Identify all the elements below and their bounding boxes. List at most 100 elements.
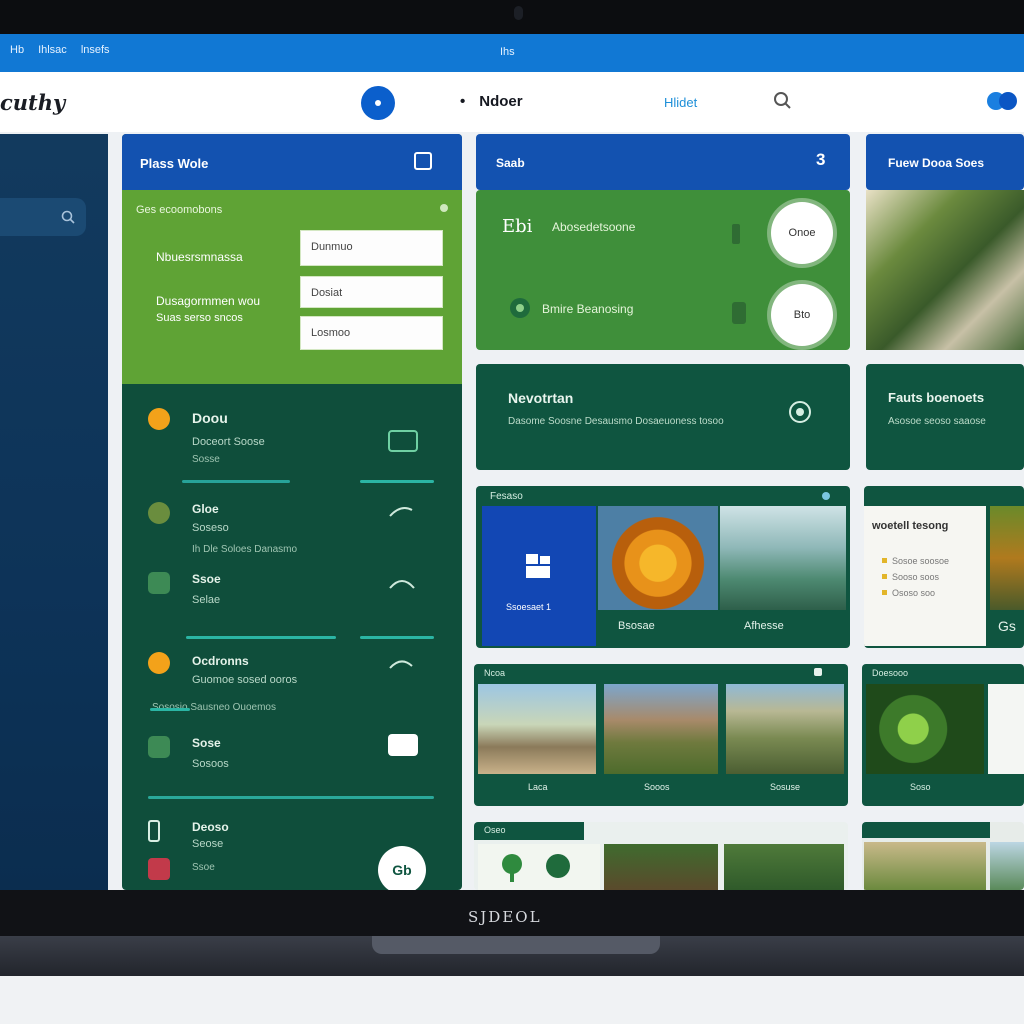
divider	[148, 796, 434, 799]
gallery-title: Fesaso	[490, 491, 523, 502]
list-item-subtitle: Doceort Soose	[192, 436, 265, 448]
search-icon	[61, 210, 75, 224]
bottom-strip: Oseo	[474, 822, 848, 890]
avatar	[148, 858, 170, 880]
browser-title: Ihs	[500, 46, 515, 58]
bottom-photo-1[interactable]	[478, 844, 600, 890]
form-caption: Ges ecoomobons	[136, 204, 223, 216]
right-title: Fuew Dooa Soes	[888, 156, 985, 170]
right-bottom-strip	[862, 822, 1024, 890]
form-field-1[interactable]: Dunmuo	[300, 230, 443, 266]
form-label-1: Nbuesrsmnassa	[156, 250, 243, 264]
dot-icon	[822, 492, 830, 500]
divider	[150, 708, 190, 711]
list-item-title: Sose	[192, 736, 221, 750]
home-circle-icon[interactable]	[361, 86, 395, 120]
gallery-icon	[526, 554, 550, 578]
mid-header: Saab 3	[476, 134, 850, 190]
nav-link[interactable]: Hlidet	[664, 95, 697, 110]
more-icon[interactable]	[814, 668, 822, 676]
doc-caption: Gs	[998, 618, 1016, 634]
sprouts-photo[interactable]	[866, 684, 984, 774]
document-preview[interactable]: woetell tesong Sosoe soosoe Sooso soos O…	[864, 506, 986, 646]
gallery-card: Fesaso Ssoesaet 1 Bsosae Afhesse	[476, 486, 850, 648]
handle-icon[interactable]	[732, 224, 740, 244]
bottom-strip-title: Oseo	[474, 822, 584, 840]
divider	[360, 636, 434, 639]
toggle-icon[interactable]	[985, 90, 1019, 112]
bottom-photo-3[interactable]	[724, 844, 844, 890]
left-panel: Plass Wole Ges ecoomobons Nbuesrsmnassa …	[122, 134, 462, 890]
right-card-title: Fauts boenoets	[888, 390, 985, 405]
landscape-photo[interactable]	[720, 506, 846, 610]
laptop-brand: SJDEOL	[468, 908, 542, 926]
form-field-3[interactable]: Losmoo	[300, 316, 443, 350]
search-icon[interactable]	[772, 90, 792, 110]
right-header: Fuew Dooa Soes	[866, 134, 1024, 190]
list-item-subtitle: Soseso	[192, 522, 229, 534]
strip-photo-2[interactable]	[604, 684, 718, 774]
sidebar-search[interactable]	[0, 198, 86, 236]
app-logo[interactable]: cuthy	[0, 90, 65, 115]
info-card[interactable]: Nevotrtan Dasome Soosne Desausmo Dosaeuo…	[476, 364, 850, 470]
link-icon[interactable]	[388, 656, 414, 670]
doc-line-3: Ososo soo	[892, 588, 936, 598]
list-item-subtitle: Sosoos	[192, 758, 229, 770]
bottom-photo-2[interactable]	[604, 844, 718, 890]
right-strip-blank	[988, 684, 1024, 774]
nav-title[interactable]: • Ndoer	[460, 93, 523, 110]
garden-photo[interactable]	[866, 190, 1024, 350]
mid-badge: 3	[816, 150, 826, 169]
list-item-subtitle: Guomoe sosed ooros	[192, 674, 298, 686]
screen: Hb Ihlsac lnsefs Ihs cuthy • Ndoer Hlidet	[0, 34, 1024, 890]
link-icon[interactable]	[388, 504, 414, 518]
browser-link-3[interactable]: lnsefs	[81, 44, 110, 56]
chip-icon[interactable]	[388, 430, 418, 452]
browser-link-1[interactable]: Hb	[10, 44, 24, 56]
doc-line-1: Sosoe soosoe	[892, 556, 950, 566]
chart-icon[interactable]	[388, 574, 416, 592]
gallery-caption-1: Bsosae	[618, 620, 655, 632]
settings-form: Ges ecoomobons Nbuesrsmnassa Dusagormmen…	[122, 190, 462, 384]
doc-line-2: Sooso soos	[892, 572, 940, 582]
background-floor	[0, 976, 1024, 1024]
expand-icon[interactable]	[414, 152, 432, 170]
message-icon[interactable]	[388, 734, 418, 756]
strip-photo-3[interactable]	[726, 684, 844, 774]
info-card-title: Nevotrtan	[508, 390, 574, 406]
status-dot-icon	[440, 204, 448, 212]
browser-link-2[interactable]: Ihlsac	[38, 44, 67, 56]
gallery-tile-blue[interactable]: Ssoesaet 1	[482, 506, 596, 646]
row-2-button[interactable]: Bto	[771, 284, 833, 346]
fab-button[interactable]: Gb	[378, 846, 426, 890]
right-bottom-header	[862, 822, 990, 838]
strip-photo-1[interactable]	[478, 684, 596, 774]
right-bottom-photo-1[interactable]	[864, 842, 986, 890]
webcam	[514, 6, 523, 20]
bullet-icon	[882, 574, 887, 579]
eye-icon[interactable]	[788, 400, 812, 424]
sun-icon	[148, 652, 170, 674]
row-1-title: Ebi	[502, 216, 533, 237]
flower-photo[interactable]	[598, 506, 718, 610]
doc-photo[interactable]	[990, 506, 1024, 610]
list-item-title: Ocdronns	[192, 654, 249, 668]
list-item-subtitle: Seose	[192, 838, 224, 850]
gallery-tile-label: Ssoesaet 1	[506, 602, 552, 612]
right-info-card[interactable]: Fauts boenoets Asosoe seoso saaose	[866, 364, 1024, 470]
list-item-subtitle: Selae	[192, 594, 221, 606]
form-field-2[interactable]: Dosiat	[300, 276, 443, 308]
strip-title: Ncoa	[484, 668, 506, 678]
row-1-button[interactable]: Onoe	[771, 202, 833, 264]
laptop-notch	[372, 936, 660, 954]
tree-icon	[502, 854, 570, 882]
right-strip-title: Doesooo	[872, 668, 909, 678]
location-icon	[510, 298, 530, 318]
left-panel-title: Plass Wole	[140, 156, 209, 171]
list-item-title: Ssoe	[192, 572, 221, 586]
right-bottom-photo-2[interactable]	[990, 842, 1024, 890]
row-1-text: Abosedetsoone	[552, 220, 636, 234]
doc-title: woetell tesong	[872, 520, 949, 532]
row-2-text: Bmire Beanosing	[542, 302, 634, 316]
handle-icon[interactable]	[732, 302, 746, 324]
